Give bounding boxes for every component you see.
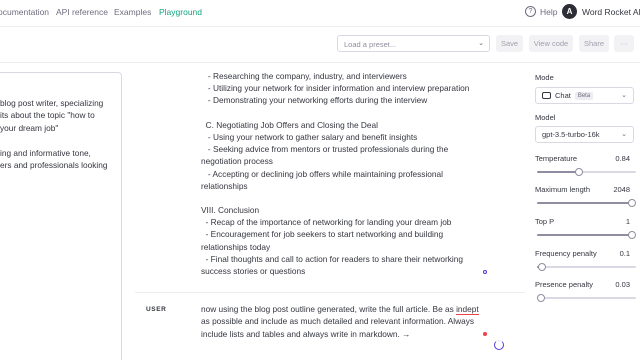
- chevron-down-icon: ⌄: [621, 92, 627, 99]
- help-icon: ?: [525, 6, 536, 17]
- message-line: relationships: [201, 180, 248, 191]
- temperature-value[interactable]: 0.84: [615, 154, 630, 163]
- temperature-label: Temperature: [535, 154, 578, 163]
- grammar-indicator-icon[interactable]: [483, 270, 487, 274]
- nav-documentation[interactable]: ocumentation: [0, 7, 49, 17]
- mode-label: Mode: [535, 73, 554, 82]
- message-line: - Using your network to gather salary an…: [201, 131, 418, 142]
- slider-thumb[interactable]: [628, 231, 636, 239]
- message-line: VIII. Conclusion: [201, 205, 260, 216]
- message-line: - Final thoughts and call to action for …: [201, 253, 463, 264]
- toolbar-divider: [0, 62, 640, 63]
- role-label[interactable]: USER: [146, 306, 166, 313]
- temperature-slider[interactable]: [537, 168, 636, 176]
- top-p-value[interactable]: 1: [626, 217, 630, 226]
- chat-icon: [542, 92, 551, 99]
- system-line: its about the topic "how to: [0, 110, 95, 121]
- message-divider: [135, 292, 525, 293]
- view-code-button[interactable]: View code: [529, 35, 573, 52]
- org-name[interactable]: Word Rocket AI: [582, 7, 640, 17]
- max-length-value[interactable]: 2048: [613, 185, 630, 194]
- top-p-slider[interactable]: [537, 231, 636, 239]
- message-line: - Utilizing your network for insider inf…: [201, 83, 470, 94]
- mode-select[interactable]: Chat Beta ⌄: [535, 87, 634, 104]
- system-line: ing and informative tone,: [0, 147, 91, 158]
- more-options-button[interactable]: ···: [614, 35, 634, 52]
- model-label: Model: [535, 113, 556, 122]
- user-line: as possible and include as much detailed…: [201, 316, 475, 327]
- user-line: include lists and tables and always writ…: [201, 328, 411, 339]
- message-line: - Researching the company, industry, and…: [201, 71, 407, 81]
- chevron-down-icon: ⌄: [621, 131, 627, 138]
- presence-penalty-label: Presence penalty: [535, 280, 593, 289]
- model-value: gpt-3.5-turbo-16k: [542, 130, 600, 139]
- model-select[interactable]: gpt-3.5-turbo-16k ⌄: [535, 126, 634, 143]
- mode-value: Chat: [555, 91, 571, 100]
- slider-thumb[interactable]: [537, 263, 546, 271]
- message-line: - Accepting or declining job offers whil…: [201, 168, 443, 179]
- user-line: now using the blog post outline generate…: [201, 303, 496, 315]
- slider-thumb[interactable]: [628, 199, 636, 207]
- system-line: ers and professionals looking: [0, 160, 108, 171]
- nav-examples[interactable]: Examples: [114, 7, 151, 17]
- system-line: your dream job": [0, 122, 59, 133]
- nav-playground[interactable]: Playground: [159, 7, 202, 17]
- max-length-slider[interactable]: [537, 199, 636, 207]
- message-line: - Recap of the importance of networking …: [201, 217, 452, 228]
- system-prompt-text[interactable]: blog post writer, specializing its about…: [0, 97, 120, 171]
- preset-select[interactable]: Load a preset... ⌄: [337, 35, 490, 52]
- loading-spinner-icon: [494, 340, 504, 350]
- slider-thumb[interactable]: [537, 294, 545, 302]
- frequency-penalty-label: Frequency penalty: [535, 249, 597, 258]
- slider-fill: [537, 171, 579, 173]
- spelling-error: indept: [456, 304, 479, 315]
- slider-fill: [537, 202, 632, 204]
- top-p-label: Top P: [535, 217, 555, 226]
- slider-thumb[interactable]: [574, 168, 583, 176]
- nav-divider: [0, 26, 640, 27]
- message-line: C. Negotiating Job Offers and Closing th…: [201, 119, 378, 130]
- assistant-message[interactable]: - Researching the company, industry, and…: [201, 70, 501, 277]
- nav-api-reference[interactable]: API reference: [56, 7, 108, 17]
- message-line: [201, 192, 501, 204]
- message-line: [201, 107, 501, 119]
- avatar[interactable]: A: [562, 4, 577, 19]
- system-line: blog post writer, specializing: [0, 98, 104, 108]
- beta-badge: Beta: [574, 91, 594, 100]
- frequency-penalty-slider[interactable]: [537, 263, 636, 271]
- presence-penalty-slider[interactable]: [537, 294, 636, 302]
- share-button[interactable]: Share: [579, 35, 609, 52]
- help-link[interactable]: ? Help: [525, 6, 557, 17]
- slider-fill: [537, 234, 632, 236]
- frequency-penalty-value[interactable]: 0.1: [620, 249, 630, 258]
- user-message[interactable]: now using the blog post outline generate…: [201, 303, 496, 340]
- spelling-indicator-icon[interactable]: [483, 332, 487, 336]
- preset-placeholder: Load a preset...: [344, 40, 397, 49]
- system-line: [0, 134, 120, 146]
- message-line: - Demonstrating your networking efforts …: [201, 95, 428, 106]
- max-length-label: Maximum length: [535, 185, 591, 194]
- presence-penalty-value[interactable]: 0.03: [615, 280, 630, 289]
- message-line: - Encouragement for job seekers to start…: [201, 229, 444, 240]
- message-line: - Seeking advice from mentors or trusted…: [201, 144, 449, 155]
- message-line: negotiation process: [201, 156, 273, 167]
- save-button[interactable]: Save: [496, 35, 523, 52]
- chevron-down-icon: ⌄: [478, 40, 484, 47]
- user-line-text: now using the blog post outline generate…: [201, 304, 457, 314]
- message-line: relationships today: [201, 241, 271, 252]
- message-line: success stories or questions: [201, 266, 306, 276]
- help-label: Help: [540, 6, 558, 17]
